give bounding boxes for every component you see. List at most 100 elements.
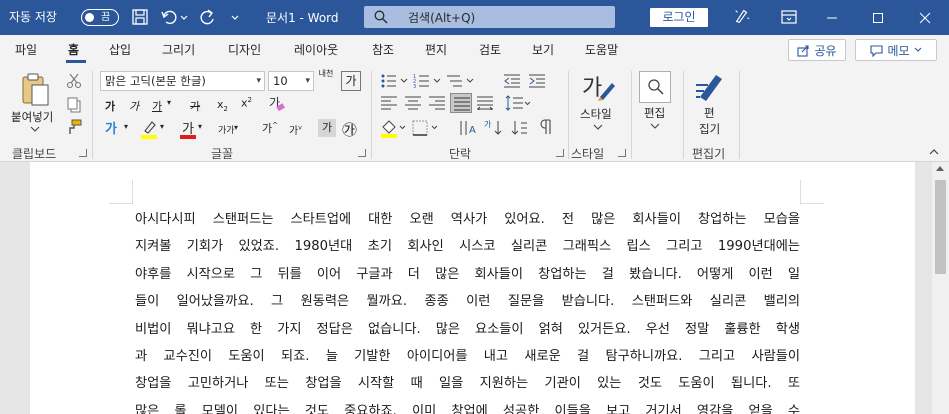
font-size-combo[interactable]: 10 ▾	[268, 71, 314, 91]
show-formatting-marks-icon[interactable]	[538, 118, 556, 136]
shading-icon[interactable]	[380, 118, 406, 138]
bold-button[interactable]: 가	[105, 98, 115, 114]
clipboard-launcher[interactable]	[79, 149, 87, 157]
chevron-down-icon[interactable]	[593, 123, 603, 131]
highlighter-icon[interactable]	[140, 119, 158, 139]
styles-launcher[interactable]	[618, 149, 626, 157]
align-right-icon[interactable]	[429, 96, 445, 110]
chevron-down-icon[interactable]	[650, 122, 660, 130]
chevron-down-icon	[914, 47, 921, 52]
tab-review[interactable]: 검토	[479, 41, 501, 58]
scroll-up-arrow[interactable]	[936, 166, 944, 171]
editor-label-line1[interactable]: 편	[704, 105, 715, 121]
autosave-toggle[interactable]: 끔	[81, 9, 119, 26]
customize-qat-icon[interactable]	[230, 8, 240, 26]
numbering-icon[interactable]: 123	[413, 73, 443, 89]
font-launcher[interactable]	[358, 149, 366, 157]
vertical-scrollbar[interactable]	[932, 162, 949, 414]
tab-layout[interactable]: 레이아웃	[294, 41, 338, 58]
enclose-characters-button[interactable]: 가	[341, 71, 361, 91]
paste-label[interactable]: 붙여넣기	[11, 109, 53, 125]
line-spacing-icon[interactable]	[505, 95, 531, 111]
superscript-button[interactable]: x2	[241, 96, 252, 110]
increase-indent-icon[interactable]	[528, 73, 546, 89]
decrease-indent-icon[interactable]	[503, 73, 521, 89]
sort-icon[interactable]: 가	[484, 119, 506, 137]
comments-button[interactable]: 메모	[855, 39, 937, 61]
styles-button-label[interactable]: 스타일	[580, 106, 612, 122]
chevron-down-icon[interactable]: ▾	[124, 122, 128, 131]
clear-formatting-icon[interactable]: 가	[268, 95, 286, 113]
close-button[interactable]	[901, 0, 949, 35]
tab-mailings[interactable]: 편지	[425, 41, 447, 58]
tab-view[interactable]: 보기	[532, 41, 554, 58]
designer-icon[interactable]	[733, 7, 751, 25]
tab-references[interactable]: 참조	[372, 41, 394, 58]
chevron-down-icon[interactable]: ▾	[234, 123, 238, 132]
save-icon[interactable]	[131, 8, 149, 26]
chevron-down-icon[interactable]: ▾	[160, 122, 164, 131]
borders-icon[interactable]	[412, 120, 440, 136]
font-size-value: 10	[273, 74, 288, 88]
minimize-button[interactable]	[809, 0, 855, 35]
search-placeholder: 검색(Alt+Q)	[408, 11, 476, 25]
bullets-icon[interactable]	[380, 73, 410, 89]
format-painter-icon[interactable]	[66, 119, 82, 135]
tab-home[interactable]: 홈	[68, 41, 79, 58]
tab-design[interactable]: 디자인	[228, 41, 261, 58]
editing-label[interactable]: 편집	[644, 105, 665, 121]
memo-label: 메모	[887, 43, 910, 58]
document-line: 창업을 고민하거나 또는 창업을 시작할 때 일을 지원하는 기관이 있는 것도…	[135, 376, 800, 392]
document-line: 야후를 시작으로 그 뒤를 이어 구글과 더 많은 회사들이 창업하는 걸 봤습…	[135, 266, 800, 282]
font-name-combo[interactable]: 맑은 고딕(본문 한글) ▾	[100, 71, 265, 91]
chevron-down-icon[interactable]: ▾	[167, 98, 171, 107]
chevron-down-icon[interactable]: ▾	[198, 122, 202, 131]
copy-icon[interactable]	[66, 97, 82, 113]
paste-icon[interactable]	[20, 72, 52, 108]
align-center-icon[interactable]	[405, 96, 421, 110]
enclosed-characters-button[interactable]: ㉮	[342, 119, 357, 140]
document-body[interactable]: 아시다시피 스탠퍼드는 스타트업에 대한 오랜 역사가 있어요. 전 많은 회사…	[135, 206, 800, 414]
undo-icon[interactable]	[160, 8, 178, 26]
asian-layout-icon[interactable]: A	[458, 119, 480, 137]
character-shade-button[interactable]: 가	[318, 119, 336, 137]
editing-button[interactable]	[639, 71, 671, 103]
paragraph-launcher[interactable]	[556, 149, 564, 157]
subscript-button[interactable]: x2	[217, 98, 228, 113]
distributed-icon[interactable]	[477, 96, 493, 110]
grow-font-glyph: 가	[262, 122, 273, 135]
multilevel-list-icon[interactable]	[446, 73, 476, 89]
share-button[interactable]: 공유	[788, 39, 846, 61]
tab-help[interactable]: 도움말	[585, 41, 618, 58]
phonetic-guide-button[interactable]: 내천	[318, 69, 334, 78]
login-button[interactable]: 로그인	[650, 8, 708, 27]
editor-label-line2[interactable]: 집기	[699, 121, 720, 137]
editor-icon[interactable]	[694, 71, 728, 103]
ribbon-display-options-icon[interactable]	[781, 9, 797, 25]
scrollbar-thumb[interactable]	[935, 180, 946, 274]
tab-file[interactable]: 파일	[15, 41, 37, 58]
undo-dropdown-icon[interactable]	[180, 8, 188, 26]
styles-gallery-icon[interactable]: 가	[582, 71, 616, 105]
text-effects-icon[interactable]: 가	[104, 120, 124, 138]
document-page[interactable]: 아시다시피 스탠퍼드는 스타트업에 대한 오랜 역사가 있어요. 전 많은 회사…	[30, 162, 915, 414]
italic-button[interactable]: 가	[129, 98, 139, 114]
maximize-button[interactable]	[855, 0, 901, 35]
tab-insert[interactable]: 삽입	[109, 41, 131, 58]
justify-button-active[interactable]	[450, 93, 472, 113]
redo-icon[interactable]	[198, 8, 216, 26]
strikethrough-button[interactable]: 가	[190, 98, 200, 114]
tab-draw[interactable]: 그리기	[162, 41, 195, 58]
cut-icon[interactable]	[66, 73, 82, 89]
character-shading-button[interactable]: 가가	[218, 123, 235, 136]
collapse-ribbon-icon[interactable]	[928, 148, 940, 156]
grow-font-button[interactable]: 가^	[262, 120, 278, 136]
sort-az-icon[interactable]	[511, 119, 529, 137]
paste-dropdown-icon[interactable]	[30, 125, 40, 133]
justify-icon	[454, 97, 470, 111]
shrink-font-button[interactable]: 가v	[289, 122, 302, 137]
align-left-icon[interactable]	[381, 96, 397, 110]
underline-button[interactable]: 가	[152, 98, 162, 114]
search-box[interactable]: 검색(Alt+Q)	[364, 6, 615, 28]
margin-corner-mark	[109, 180, 133, 204]
